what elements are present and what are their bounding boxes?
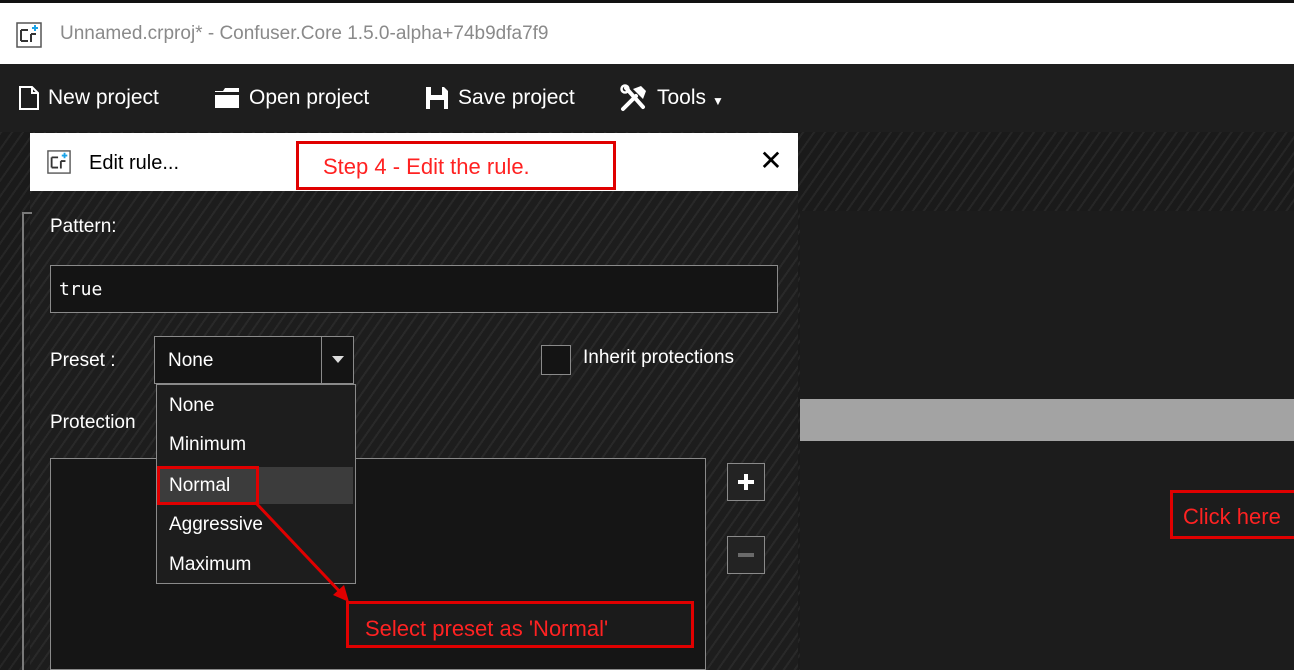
chevron-down-icon[interactable] xyxy=(321,337,353,383)
window-title: Unnamed.crproj* - Confuser.Core 1.5.0-al… xyxy=(60,23,549,44)
preset-select[interactable]: None xyxy=(154,336,354,384)
add-protection-button[interactable] xyxy=(727,463,765,501)
app-icon xyxy=(47,150,71,174)
tools-icon xyxy=(620,84,646,111)
inherit-protections-label: Inherit protections xyxy=(583,347,735,368)
window-titlebar: Unnamed.crproj* - Confuser.Core 1.5.0-al… xyxy=(0,0,1294,64)
new-file-icon xyxy=(19,86,39,110)
preset-option-maximum[interactable]: Maximum xyxy=(157,546,353,583)
annotation-select-preset: Select preset as 'Normal' xyxy=(346,601,694,648)
save-disk-icon xyxy=(426,87,448,109)
group-frame xyxy=(22,212,32,670)
minus-icon xyxy=(738,553,754,557)
protections-label: Protection xyxy=(50,412,136,433)
dialog-title: Edit rule... xyxy=(89,152,180,174)
folder-icon xyxy=(215,88,239,108)
app-icon xyxy=(16,22,42,48)
plus-icon xyxy=(738,474,754,490)
preset-option-none[interactable]: None xyxy=(157,387,353,424)
inherit-protections-checkbox[interactable] xyxy=(541,345,571,375)
close-icon[interactable]: ✕ xyxy=(754,144,788,178)
main-content-header-bar xyxy=(800,399,1294,441)
annotation-click-here: Click here xyxy=(1170,490,1294,539)
open-project-label: Open project xyxy=(249,86,370,109)
chevron-down-icon: ▼ xyxy=(712,94,724,108)
save-project-button[interactable]: Save project xyxy=(424,82,575,114)
preset-label: Preset : xyxy=(50,350,116,371)
annotation-normal-highlight xyxy=(157,466,259,505)
preset-option-aggressive[interactable]: Aggressive xyxy=(157,506,353,543)
annotation-step4: Step 4 - Edit the rule. xyxy=(296,141,616,190)
new-project-label: New project xyxy=(48,86,159,109)
save-project-label: Save project xyxy=(458,86,575,109)
pattern-input[interactable] xyxy=(50,265,778,313)
tools-menu-button[interactable]: Tools ▼ xyxy=(619,82,724,114)
preset-selected-value: None xyxy=(168,350,214,371)
open-project-button[interactable]: Open project xyxy=(213,82,369,114)
pattern-label: Pattern: xyxy=(50,216,117,237)
new-project-button[interactable]: New project xyxy=(18,82,159,114)
main-toolbar: New project Open project Save project To… xyxy=(0,64,1294,132)
preset-option-minimum[interactable]: Minimum xyxy=(157,426,353,463)
remove-protection-button[interactable] xyxy=(727,536,765,574)
tools-label: Tools xyxy=(657,86,707,109)
